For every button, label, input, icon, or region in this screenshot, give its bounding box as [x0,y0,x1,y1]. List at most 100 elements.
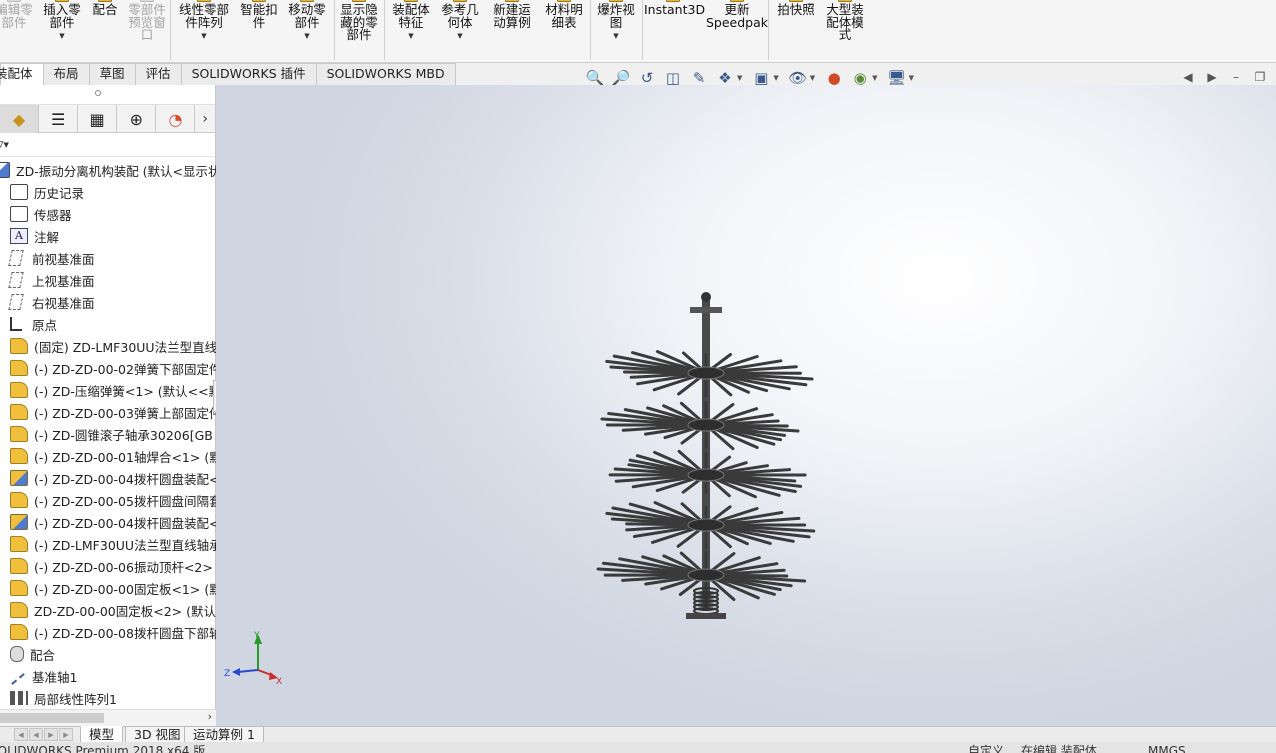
tree-item[interactable]: A 注解 [0,225,216,247]
ribbon-button-1[interactable]: 插入零 部件 ▼ [38,0,86,60]
tree-item[interactable]: (-) ZD-ZD-00-05拨杆圆盘间隔套 [0,489,216,511]
tree-horizontal-scrollbar[interactable]: › [0,709,216,726]
tree-item[interactable]: 原点 [0,313,216,335]
status-units[interactable]: MMGS [1148,744,1186,753]
prev-tab-icon[interactable]: ◀ [29,728,43,741]
first-tab-icon[interactable]: ◀ [14,728,28,741]
ribbon-button-7[interactable]: 显示隐 藏的零 部件 [336,0,382,60]
tree-item[interactable]: 历史记录 [0,181,216,203]
tree-item[interactable]: (-) ZD-圆锥滚子轴承30206[GB / [0,423,216,445]
minimize-icon[interactable]: – [1224,70,1248,84]
scrollbar-thumb[interactable] [0,713,104,723]
ribbon-button-6[interactable]: 移动零 部件 ▼ [282,0,332,60]
ribbon-button-9[interactable]: 参考几 何体 ▼ [436,0,484,60]
ribbon-dropdown-arrow-icon[interactable]: ▼ [386,32,436,40]
dimxpert-manager-tab[interactable]: ⊕ [117,105,157,133]
tree-item[interactable]: (-) ZD-ZD-00-03弹簧上部固定件 [0,401,216,423]
part-icon [10,404,28,420]
ribbon-button-16[interactable]: 大型装 配体模 式 [820,0,870,60]
view-orientation-dropdown[interactable]: ▼ [737,74,742,82]
tree-item[interactable]: 局部线性阵列1 [0,687,216,709]
tree-item[interactable]: (-) ZD-ZD-00-01轴焊合<1> (默认 [0,445,216,467]
ribbon-separator [334,0,335,60]
ribbon-dropdown-arrow-icon[interactable]: ▼ [282,32,332,40]
display-style-dropdown[interactable]: ▼ [773,74,778,82]
ribbon-button-15[interactable]: 拍快照 [772,0,820,60]
ribbon-button-5[interactable]: 智能扣 件 [236,0,282,60]
configuration-manager-tab[interactable]: ▦ [78,105,118,133]
tree-item-label: (固定) ZD-LMF30UU法兰型直线轴 [34,339,216,355]
tab-3d-view[interactable]: 3D 视图 [125,726,190,743]
tree-item-label: (-) ZD-ZD-00-04拨杆圆盘装配<1 [34,515,216,531]
tree-item[interactable]: 上视基准面 [0,269,216,291]
scroll-right-icon[interactable]: › [208,710,212,723]
ribbon-dropdown-arrow-icon[interactable]: ▼ [436,32,484,40]
ribbon-button-label: 大型装 配体模 式 [826,2,864,42]
ribbon-button-3[interactable]: 零部件 预览窗 口 [124,0,170,60]
restore-icon[interactable]: ❐ [1248,70,1272,84]
assembly-model[interactable] [586,285,826,625]
ribbon-button-12[interactable]: 爆炸视 图 ▼ [592,0,640,60]
tab-assembly[interactable]: 装配体 [0,63,44,85]
ribbon-dropdown-arrow-icon[interactable]: ▼ [172,32,236,40]
ribbon-button-4[interactable]: 线性零部 件阵列 ▼ [172,0,236,60]
apply-scene-dropdown[interactable]: ▼ [872,74,877,82]
tree-item[interactable]: (-) ZD-ZD-00-08拨杆圆盘下部轴 [0,621,216,643]
tree-item[interactable]: (-) ZD-ZD-00-04拨杆圆盘装配<1 [0,511,216,533]
tree-item[interactable]: (-) ZD-ZD-00-06振动顶杆<2> (默 [0,555,216,577]
tab-motion-study[interactable]: 运动算例 1 [184,726,264,743]
tree-item[interactable]: (-) ZD-LMF30UU法兰型直线轴承 [0,533,216,555]
rod-disc [687,518,725,532]
feature-manager-tab[interactable]: ◆ [0,105,40,133]
tree-root-assembly[interactable]: ZD-振动分离机构装配 (默认<显示状态 [0,159,216,181]
tab-solidworks-addins[interactable]: SOLIDWORKS 插件 [180,63,317,85]
tree-item-label: (-) ZD-ZD-00-06振动顶杆<2> (默 [34,559,216,575]
view-settings-dropdown[interactable]: ▼ [909,74,914,82]
tree-item[interactable]: (-) ZD-压缩弹簧<1> (默认<<默认 [0,379,216,401]
tree-item[interactable]: 前视基准面 [0,247,216,269]
tree-item[interactable]: ZD-ZD-00-00固定板<2> (默认< [0,599,216,621]
tree-item[interactable]: (固定) ZD-LMF30UU法兰型直线轴 [0,335,216,357]
graphics-area[interactable]: Y X Z [216,85,1276,726]
tree-item[interactable]: (-) ZD-ZD-00-04拨杆圆盘装配<1 [0,467,216,489]
ribbon-separator [590,0,591,60]
tab-model[interactable]: 模型 [80,726,124,743]
last-tab-icon[interactable]: ▶ [59,728,73,741]
ribbon-button-8[interactable]: 装配体 特征 ▼ [386,0,436,60]
property-manager-tab[interactable]: ☰ [39,105,79,133]
tab-evaluate[interactable]: 评估 [134,63,182,85]
ribbon-button-13[interactable]: Instant3D [644,0,705,60]
hide-show-dropdown[interactable]: ▼ [810,74,815,82]
ribbon-button-2[interactable]: 配合 [88,0,122,60]
tree-item[interactable]: (-) ZD-ZD-00-02弹簧下部固定件 [0,357,216,379]
ribbon-button-14[interactable]: 更新 Speedpak [706,0,768,60]
tree-item[interactable]: 右视基准面 [0,291,216,313]
tree-item-label: (-) ZD-圆锥滚子轴承30206[GB / [34,427,216,443]
part-icon [10,558,28,574]
tree-item-label: (-) ZD-ZD-00-02弹簧下部固定件 [34,361,216,377]
ribbon-button-0[interactable]: 编辑零 部件 [0,0,36,60]
next-tab-icon[interactable]: ▶ [44,728,58,741]
tree-item[interactable]: 配合 [0,643,216,665]
next-window-icon[interactable]: ▶ [1200,70,1224,84]
ribbon-dropdown-arrow-icon[interactable]: ▼ [38,32,86,40]
ribbon-button-label: 移动零 部件 [288,2,326,30]
tab-layout[interactable]: 布局 [42,63,90,85]
previous-window-icon[interactable]: ◀ [1176,70,1200,84]
part-icon [10,448,28,464]
ribbon-button-11[interactable]: 材料明 细表 [540,0,588,60]
status-custom[interactable]: 自定义 [968,744,1004,753]
tree-item[interactable]: 基准轴1 [0,665,216,687]
tab-sketch[interactable]: 草图 [88,63,136,85]
display-manager-tab[interactable]: ◔ [156,105,196,133]
ribbon-dropdown-arrow-icon[interactable]: ▼ [592,32,640,40]
tab-solidworks-mbd[interactable]: SOLIDWORKS MBD [315,63,456,85]
ribbon-button-label: 爆炸视 图 [597,2,635,30]
tree-item[interactable]: (-) ZD-ZD-00-00固定板<1> (默认 [0,577,216,599]
more-tabs-chevron-icon[interactable]: › [195,105,215,132]
ribbon-button-label: 零部件 预览窗 口 [128,2,166,42]
tree-item[interactable]: 传感器 [0,203,216,225]
panel-grip[interactable] [0,85,215,105]
filter-dropdown[interactable]: ▼ [4,141,9,149]
ribbon-button-10[interactable]: 新建运 动算例 [488,0,536,60]
